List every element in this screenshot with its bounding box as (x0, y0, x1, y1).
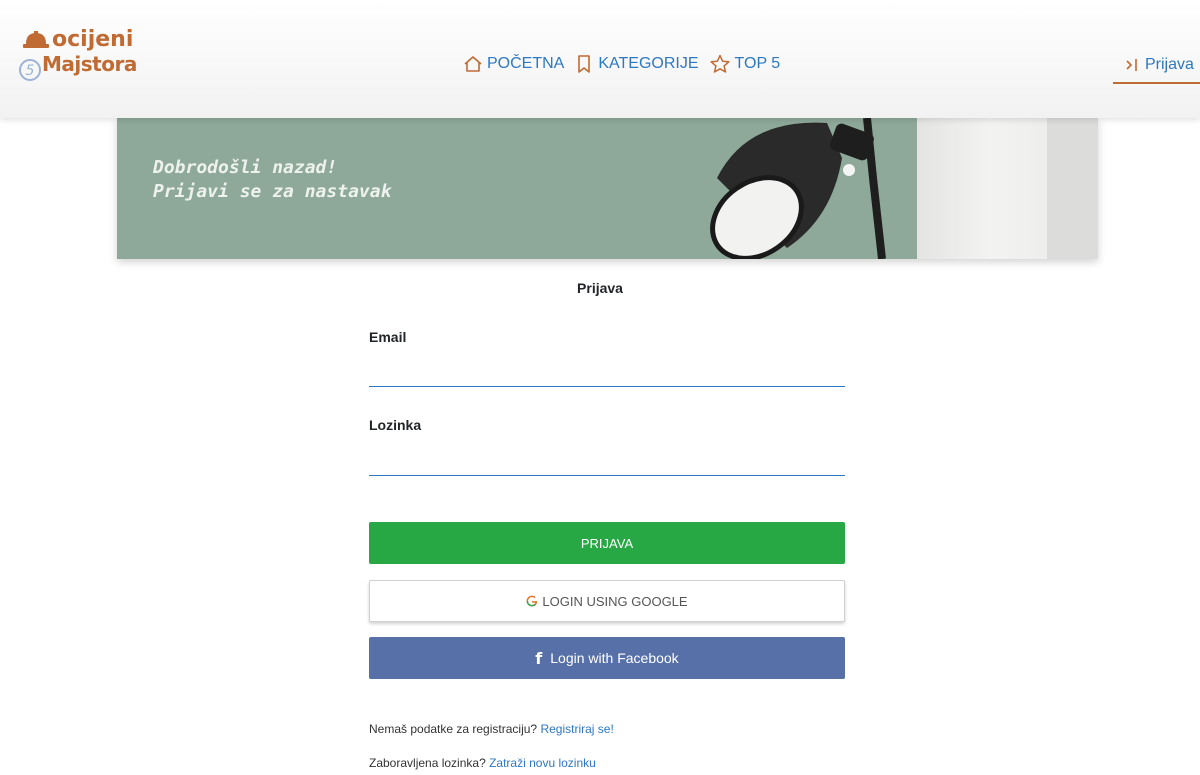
bookmark-icon (578, 55, 591, 73)
nav-item-label: KATEGORIJE (598, 55, 699, 72)
star-icon (709, 54, 730, 73)
sign-in-icon (1126, 59, 1137, 71)
logo-text-ocijeni: ocijeni (52, 27, 134, 52)
form-title: Prijava (577, 280, 623, 296)
nav-item-top5[interactable]: TOP 5 (709, 54, 781, 74)
welcome-banner: Dobrodošli nazad! Prijavi se za nastavak (117, 118, 1098, 259)
header-login-link[interactable]: Prijava (1113, 48, 1200, 84)
register-prompt: Nemaš podatke za registraciju? Registrir… (369, 722, 614, 736)
register-link[interactable]: Registriraj se! (540, 722, 613, 736)
forgot-text: Zaboravljena lozinka? (369, 756, 486, 770)
facebook-icon: f (535, 648, 543, 668)
password-input[interactable] (369, 444, 845, 476)
facebook-login-label: Login with Facebook (550, 650, 679, 666)
banner-line-2: Prijavi se za nastavak (153, 181, 392, 202)
forgot-password-link[interactable]: Zatraži novu lozinku (489, 756, 596, 770)
nav-item-pocetna[interactable]: POČETNA (463, 54, 564, 74)
google-login-label: LOGIN USING GOOGLE (542, 593, 688, 609)
google-login-button[interactable]: LOGIN USING GOOGLE (369, 580, 845, 622)
banner-line-1: Dobrodošli nazad! (153, 157, 338, 178)
rating-five-icon: 5 (19, 59, 41, 81)
login-submit-button[interactable]: PRIJAVA (369, 522, 845, 564)
email-input[interactable] (369, 355, 845, 387)
lamp-illustration (710, 118, 886, 259)
top-navbar: 5 ocijeni Majstora POČETNA KATEGORIJE TO… (0, 0, 1200, 118)
nav-item-label: POČETNA (487, 55, 565, 72)
svg-text:5: 5 (26, 63, 35, 79)
register-text: Nemaš podatke za registraciju? (369, 722, 538, 736)
banner-wall-edge (1047, 118, 1098, 259)
banner-text: Dobrodošli nazad! Prijavi se za nastavak (153, 156, 391, 204)
site-logo[interactable]: 5 ocijeni Majstora (14, 26, 144, 90)
login-submit-label: PRIJAVA (580, 535, 634, 551)
email-label: Email (369, 329, 407, 345)
main-nav: POČETNA KATEGORIJE TOP 5 (463, 52, 790, 76)
facebook-login-button[interactable]: f Login with Facebook (369, 637, 845, 679)
nav-item-kategorije[interactable]: KATEGORIJE (574, 54, 699, 74)
forgot-password-prompt: Zaboravljena lozinka? Zatraži novu lozin… (369, 756, 596, 770)
logo-text-majstora: Majstora (42, 52, 137, 76)
home-icon (464, 56, 482, 72)
header-login-label: Prijava (1145, 56, 1194, 73)
password-label: Lozinka (369, 417, 422, 433)
google-icon (526, 595, 538, 607)
nav-item-label: TOP 5 (734, 55, 781, 72)
hard-hat-icon (23, 31, 49, 48)
